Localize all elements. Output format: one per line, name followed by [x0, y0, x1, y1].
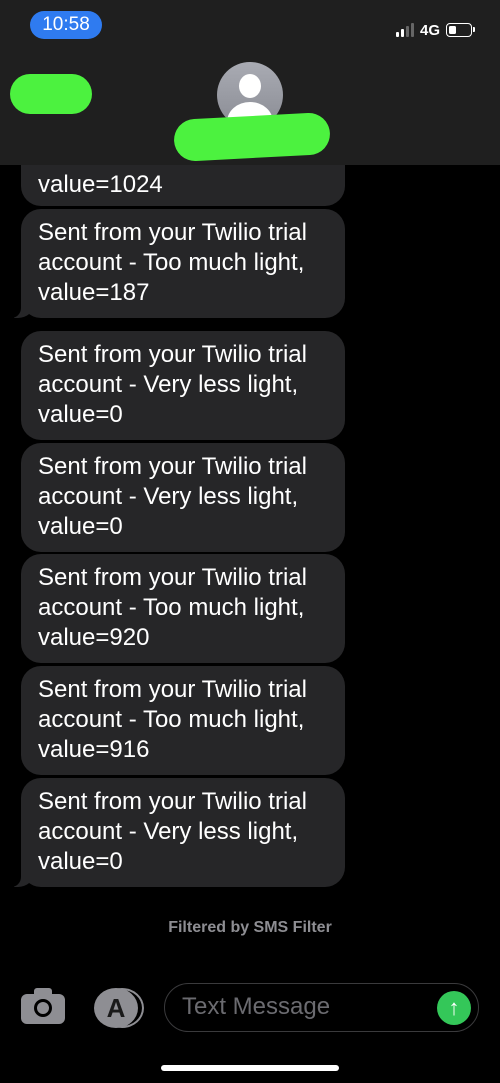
- home-indicator[interactable]: [161, 1065, 339, 1071]
- conversation-header: 10:58 4G: [0, 0, 500, 165]
- message-text: Sent from your Twilio trial account - Ve…: [38, 341, 307, 428]
- app-store-icon: A: [94, 988, 138, 1028]
- send-button[interactable]: ↑: [437, 991, 471, 1025]
- cellular-signal-icon: [395, 23, 414, 37]
- status-indicators: 4G: [395, 20, 475, 40]
- camera-button[interactable]: [21, 988, 65, 1028]
- message-text: Sent from your Twilio trial account - To…: [38, 676, 307, 763]
- message-text: Sent from your Twilio trial account - Ve…: [38, 788, 307, 875]
- battery-icon: [446, 23, 475, 37]
- message-bubble[interactable]: Sent from your Twilio trial account - Ve…: [11, 778, 345, 887]
- message-bubble[interactable]: Sent from your Twilio trial account - To…: [21, 666, 345, 775]
- message-input[interactable]: Text Message ↑: [164, 983, 479, 1032]
- app-store-button[interactable]: A: [94, 988, 144, 1028]
- redaction-mark: [173, 111, 331, 163]
- message-bubble[interactable]: Sent from your Twilio trial account - To…: [21, 554, 345, 663]
- message-text: Sent from your Twilio trial account - To…: [38, 564, 307, 651]
- message-placeholder: Text Message: [182, 993, 331, 1020]
- message-bubble[interactable]: Sent from your Twilio trial account - Ve…: [21, 331, 345, 440]
- arrow-up-icon: ↑: [448, 995, 460, 1020]
- message-text: Sent from your Twilio trial account - To…: [38, 219, 307, 306]
- redaction-mark: [10, 74, 92, 114]
- network-type: 4G: [419, 21, 440, 39]
- message-bubble[interactable]: Sent from your Twilio trial account - Ve…: [21, 443, 345, 552]
- message-bubble[interactable]: Sent from your Twilio trial account - To…: [11, 209, 345, 318]
- status-time: 10:58: [30, 11, 102, 39]
- message-text: Sent from your Twilio trial account - Ve…: [38, 453, 307, 540]
- filter-note: Filtered by SMS Filter: [168, 919, 332, 936]
- message-text: value=1024: [38, 171, 163, 198]
